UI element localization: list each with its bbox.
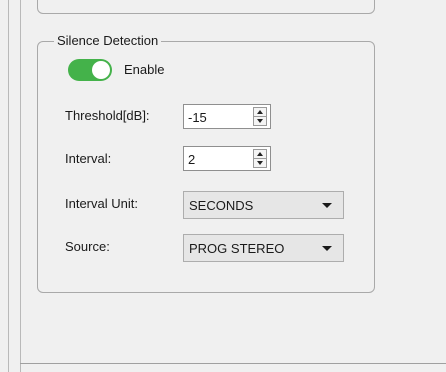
arrow-down-icon [257,161,263,165]
interval-value[interactable]: 2 [188,152,195,167]
interval-unit-value: SECONDS [189,198,254,213]
arrow-up-icon [257,152,263,156]
toggle-knob [92,61,110,79]
interval-unit-label: Interval Unit: [65,196,138,211]
source-label: Source: [65,239,110,254]
chevron-down-icon [322,203,332,208]
enable-toggle[interactable] [68,59,112,81]
arrow-down-icon [257,119,263,123]
panel-border-bottom [20,363,446,364]
interval-label: Interval: [65,151,112,166]
settings-panel: Silence Detection Enable Threshold[dB]: … [0,0,446,372]
interval-unit-dropdown[interactable]: SECONDS [183,191,344,219]
threshold-spinbox[interactable]: -15 [183,104,271,129]
group-title: Silence Detection [54,32,162,49]
threshold-value[interactable]: -15 [188,110,207,125]
interval-spinbox[interactable]: 2 [183,146,271,171]
interval-decrement-button[interactable] [254,159,266,167]
source-value: PROG STEREO [189,241,285,256]
previous-group-box [37,0,375,14]
panel-border-inner [20,0,21,372]
enable-label: Enable [124,62,165,77]
interval-increment-button[interactable] [254,150,266,159]
threshold-stepper[interactable] [253,107,267,126]
source-dropdown[interactable]: PROG STEREO [183,234,344,262]
arrow-up-icon [257,110,263,114]
threshold-decrement-button[interactable] [254,117,266,125]
chevron-down-icon [322,246,332,251]
threshold-label: Threshold[dB]: [65,108,150,123]
panel-border-left [8,0,9,372]
interval-stepper[interactable] [253,149,267,168]
threshold-increment-button[interactable] [254,108,266,117]
